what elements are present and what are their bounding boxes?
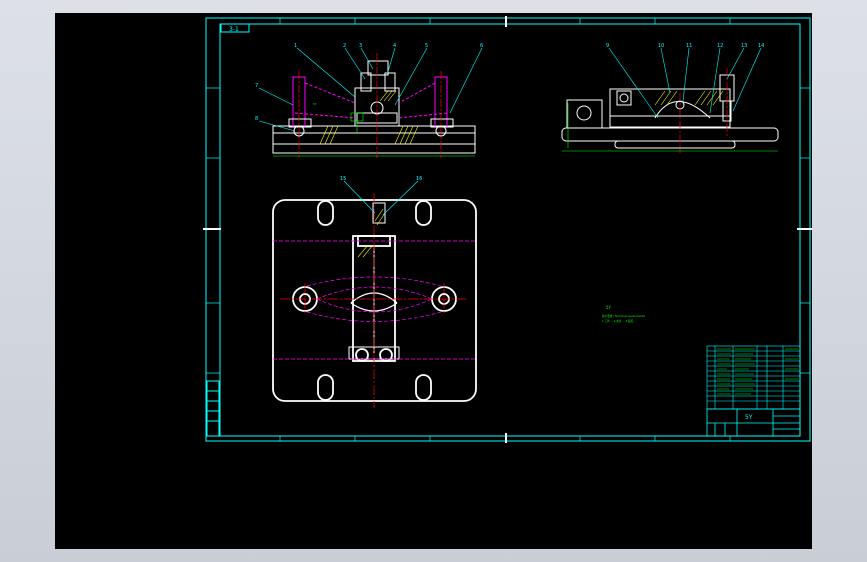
outer-border (205, 17, 811, 442)
front-view[interactable] (272, 60, 476, 154)
balloon-13: 13 (741, 43, 747, 49)
balloon-9: 9 (606, 43, 609, 49)
title-block (706, 408, 801, 437)
side-view[interactable] (561, 74, 779, 149)
balloon-10: 10 (658, 43, 664, 49)
balloon-2: 2 (343, 43, 346, 49)
top-view-balloons: 15 16 (340, 176, 422, 182)
drawing-viewport[interactable]: 3-1 1 2 3 4 5 6 7 8 9 10 11 12 13 14 15 … (55, 13, 812, 549)
title-block-name: 5Y (745, 414, 753, 421)
part-mark: 5Y (313, 102, 317, 106)
balloon-3: 3 (359, 43, 362, 49)
balloon-7: 7 (255, 83, 258, 89)
balloon-14: 14 (758, 43, 764, 49)
balloon-6: 6 (480, 43, 483, 49)
balloon-12: 12 (717, 43, 723, 49)
front-view-balloons: 1 2 3 4 5 6 7 8 (255, 43, 483, 122)
fixture-drawing[interactable]: 3-1 1 2 3 4 5 6 7 8 9 10 11 12 13 14 15 … (55, 13, 812, 549)
notes-heading: 5Y (606, 305, 612, 310)
parts-list (706, 345, 801, 410)
technical-notes: 5Y 技术要求 / Technical requirements 1.工件 ..… (602, 305, 646, 323)
balloon-4: 4 (393, 43, 396, 49)
notes-line-2: 1.工件 ... 2.夹具 ... 3.装配 ... (602, 319, 637, 323)
balloon-1: 1 (294, 43, 297, 49)
balloon-15: 15 (340, 176, 346, 182)
side-view-balloons: 9 10 11 12 13 14 (606, 43, 764, 49)
top-view-hatch (357, 208, 386, 258)
balloon-5: 5 (425, 43, 428, 49)
front-view-centerlines (298, 53, 442, 158)
inner-border (219, 23, 801, 437)
cad-viewer-window: 3-1 1 2 3 4 5 6 7 8 9 10 11 12 13 14 15 … (0, 0, 867, 562)
top-view[interactable] (272, 199, 477, 402)
side-view-leaders (608, 47, 762, 119)
front-view-hatch (319, 90, 419, 145)
balloon-16: 16 (416, 176, 422, 182)
notes-line-1: 技术要求 / Technical requirements (602, 314, 646, 318)
title-tag: 3-1 (229, 26, 239, 33)
balloon-11: 11 (686, 43, 692, 49)
balloon-8: 8 (255, 116, 258, 122)
top-view-leaders (343, 180, 419, 216)
